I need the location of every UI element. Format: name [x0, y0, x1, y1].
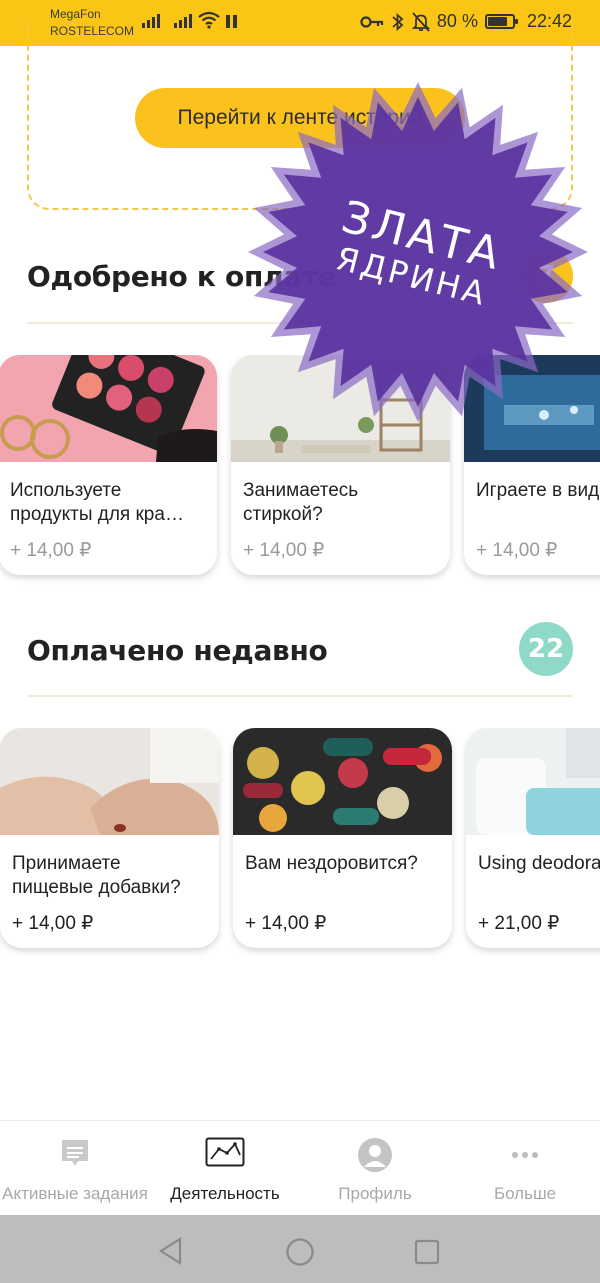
go-to-stories-button[interactable]: Перейти к ленте историй [135, 88, 465, 148]
card-image-cosmetics [0, 355, 217, 462]
recents-icon[interactable] [414, 1239, 440, 1265]
card-image-pills-pile [233, 728, 452, 835]
task-card[interactable]: Играете в видеоигру? + 14,00 ₽ [464, 355, 600, 575]
card-image-laundry [231, 355, 450, 462]
approved-cards-row[interactable]: Используете продукты для кра… + 14,00 ₽ … [0, 355, 600, 585]
bottom-navigation: Активные задания Деятельность Профиль Бо… [0, 1120, 600, 1215]
tasks-icon [62, 1140, 88, 1166]
card-title: Играете в видеоигру? [476, 480, 600, 501]
home-icon[interactable] [285, 1237, 315, 1267]
card-image-videogame [464, 355, 600, 462]
card-price: + 14,00 ₽ [476, 540, 558, 561]
approved-count-badge: 7 [519, 249, 573, 303]
divider [27, 322, 573, 324]
profile-icon [358, 1138, 392, 1172]
nav-item-profile[interactable]: Профиль [300, 1121, 450, 1216]
card-title: Вам нездоровится? [245, 853, 418, 874]
card-price: + 14,00 ₽ [245, 913, 327, 934]
nav-label: Активные задания [2, 1184, 148, 1203]
task-card[interactable]: Using deodorant? + 21,00 ₽ [466, 728, 600, 948]
activity-chart-icon [205, 1137, 245, 1167]
card-title: Using deodorant? [478, 853, 600, 874]
nav-item-more[interactable]: Больше [450, 1121, 600, 1216]
card-price: + 21,00 ₽ [478, 913, 560, 934]
task-card[interactable]: Занимаетесь стиркой? + 14,00 ₽ [231, 355, 450, 575]
card-title: Используете продукты для кра… [10, 480, 184, 525]
approved-section-title: Одобрено к оплате [27, 260, 337, 293]
task-card[interactable]: Принимаете пищевые добавки? + 14,00 ₽ [0, 728, 219, 948]
card-title: Принимаете пищевые добавки? [12, 853, 181, 898]
nav-label: Профиль [338, 1184, 412, 1203]
paid-count-badge: 22 [519, 622, 573, 676]
card-image-deodorant [466, 728, 600, 835]
back-icon[interactable] [158, 1237, 184, 1265]
divider [27, 695, 573, 697]
card-price: + 14,00 ₽ [10, 540, 92, 561]
nav-item-activity[interactable]: Деятельность [150, 1121, 300, 1216]
system-navigation-bar [0, 1215, 600, 1283]
nav-label: Больше [493, 1184, 557, 1203]
task-card[interactable]: Используете продукты для кра… + 14,00 ₽ [0, 355, 217, 575]
more-dots-icon [512, 1152, 538, 1158]
card-price: + 14,00 ₽ [12, 913, 94, 934]
paid-section-title: Оплачено недавно [27, 634, 328, 667]
nav-label: Деятельность [170, 1184, 280, 1203]
card-image-pills-hand [0, 728, 219, 835]
card-title: Занимаетесь стиркой? [243, 480, 359, 525]
paid-cards-row[interactable]: Принимаете пищевые добавки? + 14,00 ₽ Ва… [0, 728, 600, 958]
nav-item-active-tasks[interactable]: Активные задания [0, 1121, 150, 1216]
task-card[interactable]: Вам нездоровится? + 14,00 ₽ [233, 728, 452, 948]
watermark-line-2: ЯДРИНА [332, 239, 491, 313]
card-price: + 14,00 ₽ [243, 540, 325, 561]
